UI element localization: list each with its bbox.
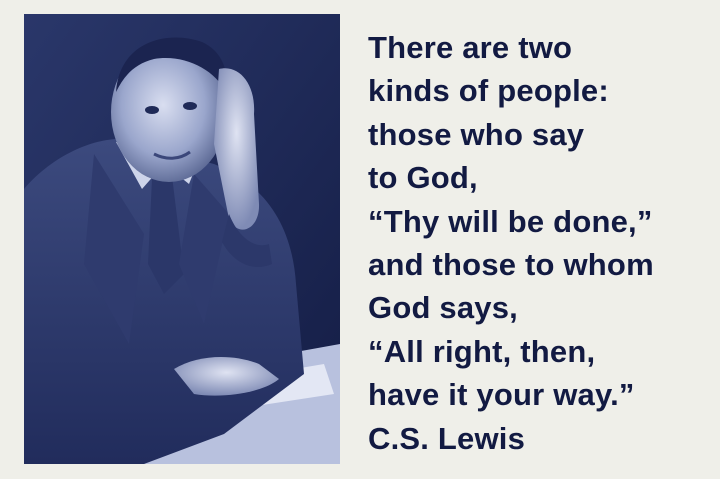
quote-line: “All right, then, <box>368 333 596 369</box>
quote-line: There are two <box>368 30 573 65</box>
quote-line: and those to whom <box>368 247 654 283</box>
quote-line: those who say <box>368 116 585 152</box>
quote-line: have it your way.” <box>368 377 635 413</box>
quote-line: kinds of people: <box>368 73 609 109</box>
quote-line: to God, <box>368 160 478 196</box>
quote-author: C.S. Lewis <box>368 420 526 456</box>
portrait-photo <box>24 14 340 464</box>
quote-text: There are two kinds of people: those who… <box>368 26 708 460</box>
quote-line: “Thy will be done,” <box>368 203 653 239</box>
quote-line: God says, <box>368 290 518 326</box>
